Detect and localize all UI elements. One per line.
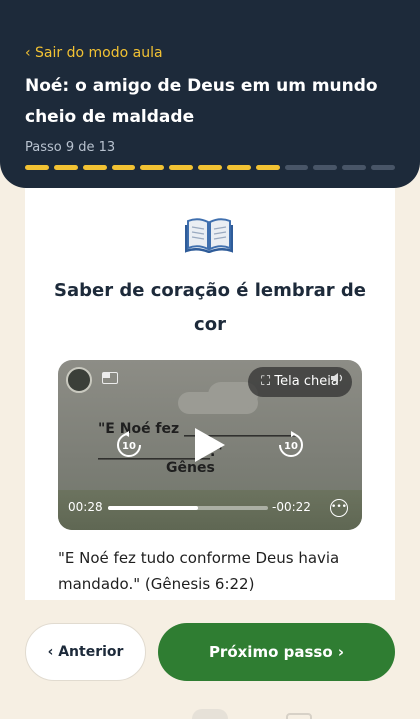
seek-bar[interactable]: [108, 506, 268, 510]
previous-button[interactable]: ‹ Anterior: [25, 623, 146, 681]
progress-segment: [313, 165, 338, 170]
section-heading: Saber de coração é lembrar de cor: [54, 280, 366, 335]
volume-icon[interactable]: [330, 372, 344, 384]
lesson-header: ‹ Sair do modo aula Noé: o amigo de Deus…: [0, 0, 420, 188]
fullscreen-icon: ⛶: [261, 374, 275, 389]
progress-segment: [284, 165, 309, 170]
progress-segment: [255, 165, 280, 170]
progress-segment: [371, 165, 395, 170]
next-step-button[interactable]: Próximo passo ›: [158, 623, 395, 681]
progress-segment: [25, 165, 49, 170]
time-elapsed: 00:28: [68, 500, 103, 514]
system-home-indicator[interactable]: [192, 709, 228, 719]
verse-text: "E Noé fez tudo conforme Deus havia mand…: [58, 549, 340, 593]
progress-segment: [82, 165, 107, 170]
progress-segment: [198, 165, 222, 170]
progress-segment: [226, 165, 251, 170]
picture-in-picture-icon[interactable]: [102, 372, 118, 384]
step-progress-bar: [25, 165, 395, 170]
progress-segment: [342, 165, 367, 170]
progress-segment: [169, 165, 194, 170]
video-player[interactable]: ⛶ Tela cheia "E Noé fez ________________…: [58, 360, 362, 530]
progress-segment: [111, 165, 136, 170]
open-book-icon: [185, 218, 233, 253]
step-counter: Passo 9 de 13: [25, 140, 116, 155]
exit-lesson-mode-link[interactable]: ‹ Sair do modo aula: [25, 43, 395, 63]
forward-label: 10: [284, 441, 298, 452]
rewind-10-button[interactable]: 10: [114, 430, 144, 460]
lesson-card: Saber de coração é lembrar de cor ⛶ Tela…: [25, 160, 395, 600]
forward-10-button[interactable]: 10: [276, 430, 306, 460]
channel-logo-icon: [66, 367, 92, 393]
lesson-title: Noé: o amigo de Deus em um mundo cheio d…: [25, 76, 378, 127]
seek-bar-fill: [108, 506, 198, 510]
rewind-label: 10: [122, 441, 136, 452]
more-options-icon[interactable]: •••: [330, 499, 348, 517]
time-remaining: -00:22: [272, 500, 311, 514]
progress-segment: [140, 165, 165, 170]
video-grass: [58, 490, 362, 530]
play-icon[interactable]: [192, 426, 228, 464]
progress-segment: [53, 165, 78, 170]
system-recent-apps-icon[interactable]: [286, 713, 312, 719]
